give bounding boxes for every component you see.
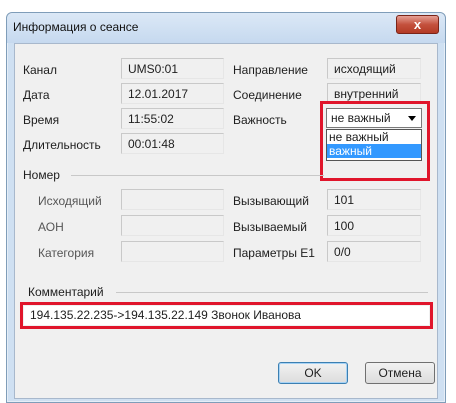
- time-label: Время: [23, 113, 60, 127]
- importance-option-important[interactable]: важный: [327, 144, 421, 158]
- comment-group-title: Комментарий: [28, 285, 104, 299]
- e1-params-label: Параметры E1: [233, 246, 315, 260]
- number-group-title: Номер: [23, 168, 60, 182]
- close-icon: x: [413, 17, 422, 32]
- category-field: [121, 241, 224, 262]
- channel-label: Канал: [23, 63, 57, 77]
- dialog-body: Канал UMS0:01 Дата 12.01.2017 Время 11:5…: [14, 43, 438, 399]
- close-button[interactable]: x: [396, 15, 439, 34]
- duration-field: 00:01:48: [121, 133, 224, 154]
- e1-params-field: 0/0: [327, 241, 421, 262]
- importance-option-not-important[interactable]: не важный: [327, 130, 421, 144]
- callee-label: Вызываемый: [233, 220, 307, 234]
- comment-group-divider: [116, 292, 428, 293]
- aon-label: АОН: [38, 220, 64, 234]
- number-group-divider: [71, 175, 324, 176]
- category-label: Категория: [38, 246, 95, 260]
- date-label: Дата: [23, 88, 50, 102]
- cancel-button[interactable]: Отмена: [365, 362, 435, 384]
- duration-label: Длительность: [23, 138, 101, 152]
- date-field: 12.01.2017: [121, 83, 224, 104]
- direction-field: исходящий: [327, 58, 421, 79]
- aon-field: [121, 215, 224, 236]
- importance-label: Важность: [233, 113, 287, 127]
- outgoing-label: Исходящий: [38, 194, 102, 208]
- comment-field[interactable]: 194.135.22.235->194.135.22.149 Звонок Ив…: [24, 306, 429, 325]
- session-info-dialog: Информация о сеансе x Канал UMS0:01 Дата…: [6, 12, 446, 403]
- direction-label: Направление: [233, 63, 308, 77]
- outgoing-field: [121, 189, 224, 210]
- dialog-title: Информация о сеансе: [13, 20, 139, 34]
- importance-select[interactable]: не важный: [326, 108, 422, 128]
- title-bar[interactable]: Информация о сеансе x: [7, 13, 445, 43]
- caller-label: Вызывающий: [233, 194, 309, 208]
- caller-field: 101: [327, 189, 421, 210]
- importance-selected-value: не важный: [331, 111, 391, 125]
- ok-button[interactable]: OK: [278, 362, 348, 384]
- channel-field: UMS0:01: [121, 58, 224, 79]
- callee-field: 100: [327, 215, 421, 236]
- chevron-down-icon[interactable]: [408, 116, 416, 121]
- time-field: 11:55:02: [121, 108, 224, 129]
- importance-dropdown-list: не важный важный: [326, 129, 422, 161]
- connection-label: Соединение: [233, 88, 302, 102]
